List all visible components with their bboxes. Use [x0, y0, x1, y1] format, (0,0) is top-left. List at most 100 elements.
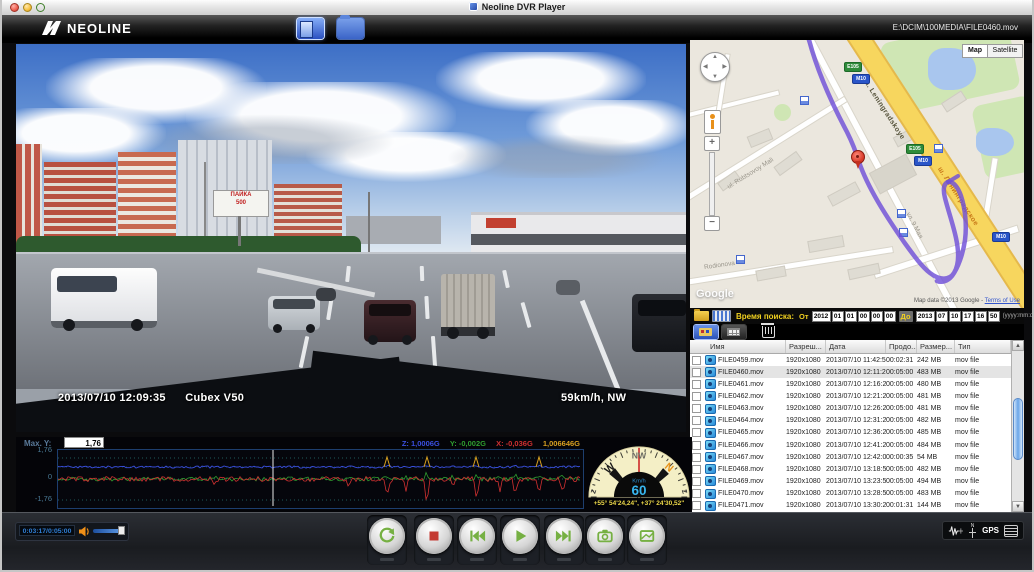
row-checkbox[interactable] — [692, 368, 701, 377]
cell-type: mov file — [955, 466, 1005, 473]
row-checkbox[interactable] — [692, 465, 701, 474]
row-checkbox[interactable] — [692, 380, 701, 389]
gsensor-toggle-icon[interactable] — [948, 524, 963, 538]
scroll-down-icon[interactable]: ▼ — [1012, 501, 1024, 512]
column-header-1[interactable]: Разреш... — [786, 340, 826, 353]
map-pan-control[interactable]: ▲ ▼ ◀ ▶ — [700, 52, 730, 82]
table-row-FILE0460.mov[interactable]: FILE0460.mov1920x10802013/07/10 12:11:20… — [690, 366, 1011, 378]
scrollbar-thumb[interactable] — [1013, 398, 1023, 460]
column-header-5[interactable]: Тип — [955, 340, 1011, 353]
cell-dur: 00:02:31 — [886, 357, 917, 364]
search-to-field-4[interactable]: 16 — [975, 311, 987, 322]
dashboard — [16, 416, 686, 432]
scroll-up-icon[interactable]: ▲ — [1012, 340, 1024, 351]
stop-button[interactable] — [416, 518, 452, 554]
volume-slider[interactable] — [93, 529, 122, 533]
folder-icon[interactable] — [694, 311, 709, 321]
pan-left-icon[interactable]: ◀ — [703, 63, 708, 70]
volume-thumb[interactable] — [118, 526, 125, 535]
search-to-field-3[interactable]: 17 — [962, 311, 974, 322]
table-row-FILE0467.mov[interactable]: FILE0467.mov1920x10802013/07/10 12:42:00… — [690, 451, 1011, 463]
play-button[interactable] — [502, 518, 538, 554]
video-timestamp: 2013/07/10 12:09:35 — [58, 392, 166, 404]
table-row-FILE0465.mov[interactable]: FILE0465.mov1920x10802013/07/10 12:36:24… — [690, 427, 1011, 439]
cell-dur: 00:00:35 — [886, 454, 917, 461]
zoom-in-button[interactable]: + — [704, 136, 720, 151]
search-to-field-2[interactable]: 10 — [949, 311, 961, 322]
row-checkbox[interactable] — [692, 453, 701, 462]
column-header-3[interactable]: Продо... — [886, 340, 917, 353]
row-checkbox[interactable] — [692, 428, 701, 437]
table-row-FILE0470.mov[interactable]: FILE0470.mov1920x10802013/07/10 13:28:56… — [690, 488, 1011, 500]
gps-toggle[interactable]: GPS — [982, 526, 999, 535]
list-view-button[interactable] — [722, 325, 746, 339]
table-row-FILE0462.mov[interactable]: FILE0462.mov1920x10802013/07/10 12:21:22… — [690, 390, 1011, 402]
row-checkbox[interactable] — [692, 416, 701, 425]
table-row-FILE0469.mov[interactable]: FILE0469.mov1920x10802013/07/10 13:23:56… — [690, 475, 1011, 487]
dashcam-video: ПАЙКА 500 — [16, 44, 686, 432]
column-header-4[interactable]: Размер... — [917, 340, 955, 353]
map-type-map-button[interactable]: Map — [962, 44, 988, 58]
repeat-button[interactable] — [369, 518, 405, 554]
search-from-field-0[interactable]: 2012 — [812, 311, 831, 322]
map-marker[interactable] — [851, 150, 865, 164]
table-row-FILE0466.mov[interactable]: FILE0466.mov1920x10802013/07/10 12:41:24… — [690, 439, 1011, 451]
speed-value: 60 — [632, 483, 647, 498]
compass-toggle-icon[interactable]: N — [968, 523, 977, 538]
export-button[interactable] — [629, 518, 665, 554]
search-from-field-5[interactable]: 00 — [884, 311, 896, 322]
column-header-0[interactable]: Имя — [690, 340, 786, 353]
filelist-toggle-icon[interactable] — [1004, 525, 1018, 537]
cell-date: 2013/07/10 12:41:24 — [826, 442, 886, 449]
pegman-control[interactable] — [704, 110, 721, 134]
snapshot-button[interactable] — [587, 518, 623, 554]
compass-dial: NW W N Z Z Km/h 60 — [586, 438, 692, 502]
search-to-field-0[interactable]: 2013 — [916, 311, 935, 322]
pan-up-icon[interactable]: ▲ — [712, 54, 718, 60]
search-from-field-3[interactable]: 00 — [858, 311, 870, 322]
row-checkbox[interactable] — [692, 392, 701, 401]
folder-view-button[interactable] — [694, 325, 718, 339]
table-row-FILE0471.mov[interactable]: FILE0471.mov1920x10802013/07/10 13:30:26… — [690, 500, 1011, 512]
row-checkbox[interactable] — [692, 489, 701, 498]
date-format-hint: (yyyy:mm:dd-hh:mm:ss) — [1003, 313, 1034, 319]
row-checkbox[interactable] — [692, 356, 701, 365]
next-button[interactable] — [546, 518, 582, 554]
search-from-field-1[interactable]: 01 — [832, 311, 844, 322]
filmstrip-icon[interactable] — [712, 310, 731, 322]
legend-total: 1,006646G — [543, 439, 580, 448]
row-checkbox[interactable] — [692, 477, 701, 486]
app-window: Neoline DVR Player NEOLINE E:\DCIM\100ME… — [0, 0, 1034, 572]
search-from-field-2[interactable]: 01 — [845, 311, 857, 322]
legend-x: X: -0,036G — [496, 439, 533, 448]
neoline-swoosh-icon — [40, 20, 62, 36]
table-row-FILE0461.mov[interactable]: FILE0461.mov1920x10802013/07/10 12:16:20… — [690, 378, 1011, 390]
previous-button[interactable] — [459, 518, 495, 554]
zoom-slider[interactable] — [709, 152, 715, 216]
open-folder-button[interactable] — [337, 18, 364, 39]
cell-date: 2013/07/10 12:42:00 — [826, 454, 886, 461]
map-type-satellite-button[interactable]: Satellite — [987, 44, 1023, 58]
table-row-FILE0468.mov[interactable]: FILE0468.mov1920x10802013/07/10 13:18:54… — [690, 463, 1011, 475]
gps-map[interactable]: sh. Leningradskoye ш. Ленинградское E105… — [690, 40, 1024, 308]
column-header-2[interactable]: Дата — [826, 340, 886, 353]
search-from-field-4[interactable]: 00 — [871, 311, 883, 322]
cell-res: 1920x1080 — [786, 478, 826, 485]
max-y-input[interactable]: 1,76 — [64, 437, 104, 448]
pan-right-icon[interactable]: ▶ — [722, 63, 727, 70]
file-table-scrollbar[interactable]: ▲ ▼ — [1011, 340, 1024, 512]
row-checkbox[interactable] — [692, 441, 701, 450]
terms-link[interactable]: Terms of Use — [985, 298, 1020, 304]
transit-stop-icon — [934, 144, 943, 153]
table-row-FILE0459.mov[interactable]: FILE0459.mov1920x10802013/07/10 11:42:50… — [690, 354, 1011, 366]
zoom-out-button[interactable]: − — [704, 216, 720, 231]
pan-down-icon[interactable]: ▼ — [712, 74, 718, 80]
speaker-icon[interactable] — [78, 525, 91, 538]
search-to-field-1[interactable]: 07 — [936, 311, 948, 322]
delete-button[interactable] — [762, 326, 775, 338]
row-checkbox[interactable] — [692, 404, 701, 413]
open-file-button[interactable] — [297, 18, 324, 39]
table-row-FILE0464.mov[interactable]: FILE0464.mov1920x10802013/07/10 12:31:24… — [690, 415, 1011, 427]
search-to-field-5[interactable]: 50 — [988, 311, 1000, 322]
table-row-FILE0463.mov[interactable]: FILE0463.mov1920x10802013/07/10 12:26:22… — [690, 403, 1011, 415]
